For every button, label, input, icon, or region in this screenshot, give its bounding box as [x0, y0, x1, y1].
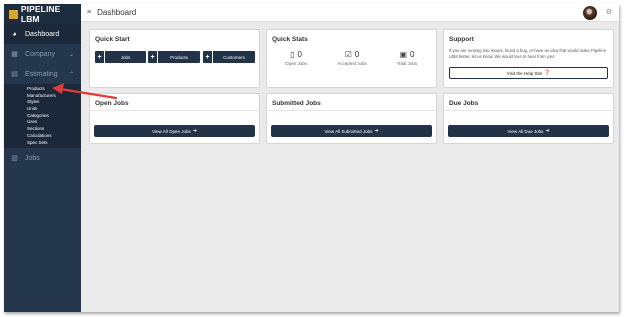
- stat-open-jobs: ▯ 0 Open Jobs: [272, 48, 320, 67]
- button-label: View All Submitted Jobs: [324, 128, 373, 134]
- chevron-down-icon: ⌄: [68, 51, 74, 58]
- plus-icon: +: [203, 51, 213, 63]
- stat-value: 0: [354, 49, 360, 59]
- avatar[interactable]: [583, 6, 597, 20]
- submenu-item-styles[interactable]: Styles: [27, 99, 81, 106]
- submenu-item-manufacturers[interactable]: Manufacturers: [27, 93, 81, 100]
- submenu-item-units[interactable]: Units: [27, 106, 81, 113]
- card-title: Quick Start: [95, 36, 130, 43]
- arrow-right-circle-icon: ➜: [545, 128, 550, 134]
- sidebar: PIPELINE LBM ◕ Dashboard ▦ Company ⌄ ▤ E…: [4, 4, 81, 312]
- arrow-right-circle-icon: ➜: [192, 128, 197, 134]
- brand-name: PIPELINE LBM: [20, 4, 61, 24]
- submitted-jobs-card: Submitted Jobs View All Submitted Jobs ➜: [266, 93, 437, 144]
- sidebar-item-label: Company: [25, 50, 55, 58]
- app-window: PIPELINE LBM ◕ Dashboard ▦ Company ⌄ ▤ E…: [4, 4, 619, 312]
- sidebar-item-label: Estimating: [25, 70, 58, 78]
- view-all-open-jobs-button[interactable]: View All Open Jobs ➜: [94, 125, 255, 137]
- stat-value: 0: [410, 49, 415, 59]
- stat-label: Total Jobs: [396, 61, 418, 66]
- submenu-item-calculations[interactable]: Calculations: [27, 133, 81, 140]
- sidebar-item-label: Dashboard: [25, 30, 60, 38]
- quick-stats-card: Quick Stats ▯ 0 Open Jobs ☑ 0 Accepted J…: [266, 29, 437, 88]
- view-all-submitted-jobs-button[interactable]: View All Submitted Jobs ➜: [271, 125, 432, 137]
- calculator-icon: ▤: [11, 71, 18, 78]
- divider: [267, 110, 436, 111]
- sidebar-item-estimating[interactable]: ▤ Estimating ⌃: [4, 64, 81, 84]
- jobs-icon: ▥: [11, 155, 18, 163]
- brand-logo-icon: [9, 9, 18, 19]
- divider: [90, 110, 259, 111]
- gear-icon[interactable]: ⚙: [606, 8, 612, 16]
- sidebar-item-dashboard[interactable]: ◕ Dashboard: [4, 24, 81, 44]
- submenu-item-spec-sets[interactable]: Spec Sets: [27, 140, 81, 147]
- stat-label: Open Jobs: [285, 61, 307, 66]
- card-title: Quick Stats: [272, 36, 308, 43]
- sidebar-item-jobs[interactable]: ▥ Jobs: [4, 148, 81, 168]
- card-title: Support: [449, 36, 474, 43]
- submenu-item-products[interactable]: Products: [27, 86, 81, 93]
- divider: [444, 110, 613, 111]
- dashboard-icon: ◕: [12, 30, 17, 38]
- button-label: Jobs: [120, 54, 131, 60]
- quick-start-card: Quick Start + Jobs + Products + Customer…: [89, 29, 260, 88]
- stat-value: 0: [297, 49, 302, 59]
- hamburger-menu-icon[interactable]: ≡: [87, 9, 91, 16]
- building-icon: ▦: [11, 51, 18, 58]
- brand[interactable]: PIPELINE LBM: [4, 4, 81, 24]
- estimating-submenu: Products Manufacturers Styles Units Cate…: [4, 84, 81, 149]
- button-label: View All Open Jobs: [152, 128, 191, 134]
- sidebar-item-company[interactable]: ▦ Company ⌄: [4, 44, 81, 64]
- submenu-item-uses[interactable]: Uses: [27, 119, 81, 126]
- stat-label: Accepted Jobs: [337, 61, 367, 66]
- sidebar-item-label: Jobs: [25, 154, 40, 162]
- card-title: Open Jobs: [95, 100, 129, 107]
- briefcase-icon: ▣: [399, 49, 408, 59]
- visit-help-site-button[interactable]: Visit the Help Site ❓: [449, 67, 608, 79]
- button-label: Customers: [223, 54, 245, 60]
- support-card: Support If you are running into issues, …: [443, 29, 614, 88]
- chevron-up-icon: ⌃: [68, 71, 74, 78]
- add-job-button[interactable]: + Jobs: [95, 51, 146, 63]
- submenu-item-sections[interactable]: Sections: [27, 126, 81, 133]
- button-label: Visit the Help Site: [506, 70, 543, 76]
- submenu-item-categories[interactable]: Categories: [27, 113, 81, 120]
- plus-icon: +: [148, 51, 158, 63]
- check-box-icon: ☑: [344, 49, 352, 59]
- document-icon: ▯: [290, 49, 295, 59]
- due-jobs-card: Due Jobs View All Due Jobs ➜: [443, 93, 614, 144]
- open-jobs-card: Open Jobs View All Open Jobs ➜: [89, 93, 260, 144]
- stat-accepted-jobs: ☑ 0 Accepted Jobs: [328, 48, 376, 67]
- add-customer-button[interactable]: + Customers: [203, 51, 255, 63]
- button-label: Products: [170, 54, 188, 60]
- top-bar: ≡ Dashboard ⚙: [81, 4, 619, 22]
- page-title: Dashboard: [97, 8, 137, 17]
- button-label: View All Due Jobs: [507, 128, 544, 134]
- card-title: Submitted Jobs: [272, 100, 321, 107]
- arrow-right-circle-icon: ➜: [374, 128, 379, 134]
- card-title: Due Jobs: [449, 100, 479, 107]
- view-all-due-jobs-button[interactable]: View All Due Jobs ➜: [448, 125, 609, 137]
- support-text: If you are running into issues, found a …: [449, 48, 606, 59]
- question-circle-icon: ❓: [544, 70, 551, 76]
- stat-total-jobs: ▣ 0 Total Jobs: [383, 48, 431, 67]
- add-product-button[interactable]: + Products: [148, 51, 200, 63]
- plus-icon: +: [95, 51, 105, 63]
